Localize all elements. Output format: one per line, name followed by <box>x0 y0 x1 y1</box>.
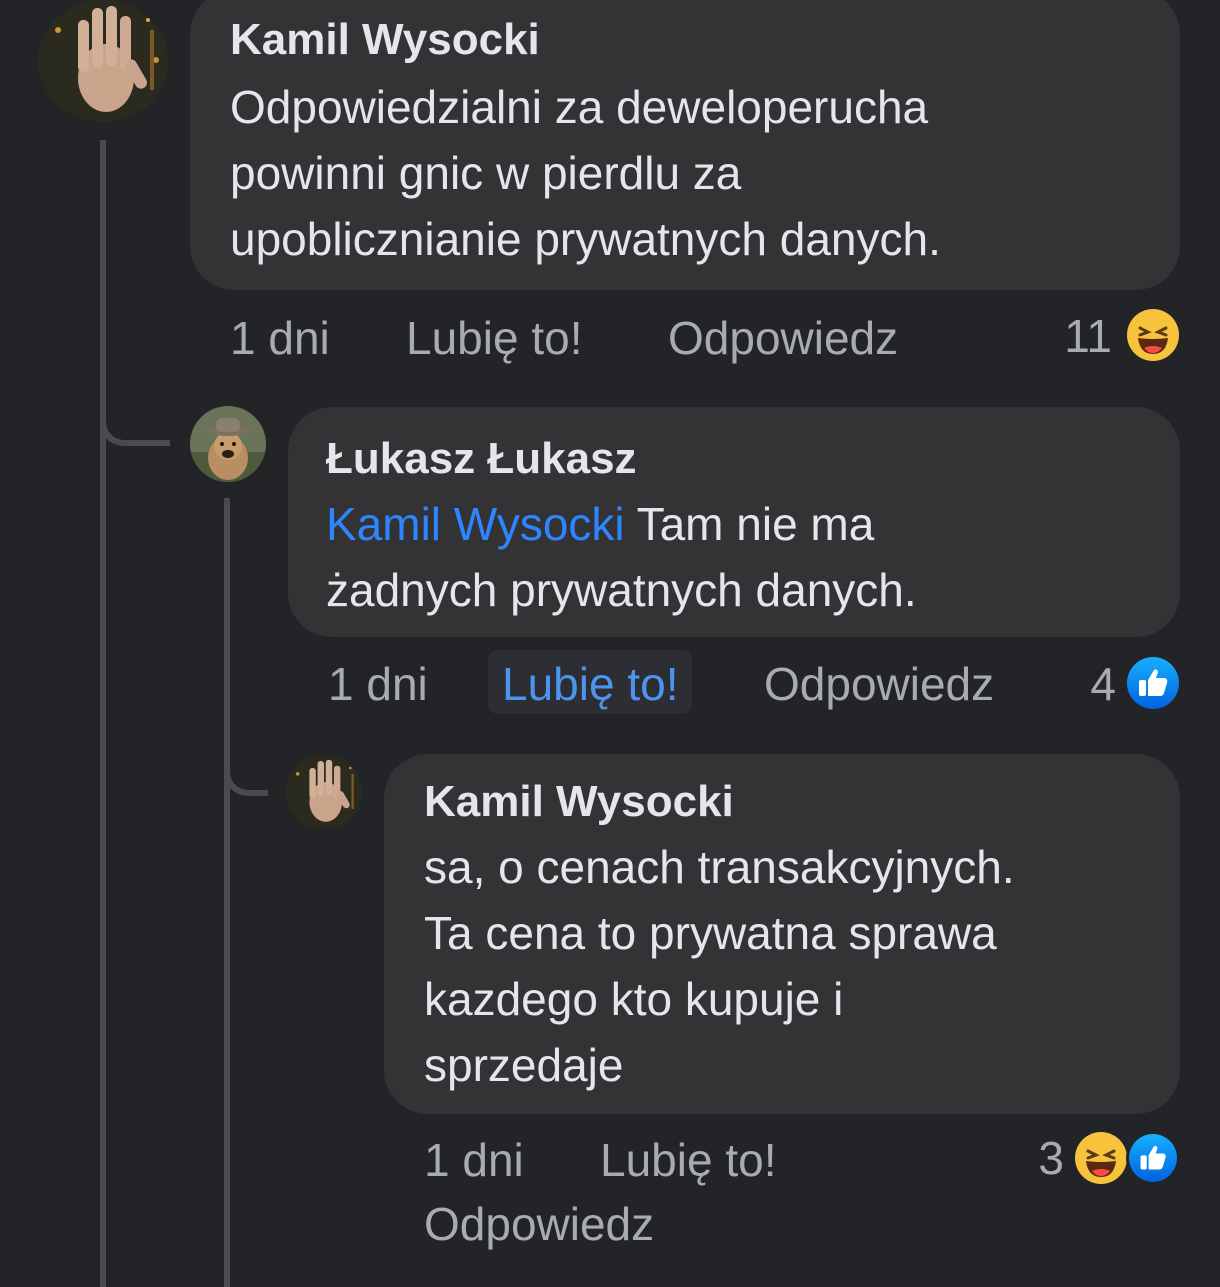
reaction-count[interactable]: 3 <box>1020 1130 1064 1186</box>
haha-emoji-icon[interactable] <box>1074 1131 1128 1185</box>
reaction-count[interactable]: 4 <box>1060 656 1116 712</box>
comment-text: sa, o cenach transakcyjnych. Ta cena to … <box>424 834 1140 1098</box>
comment-time[interactable]: 1 dni <box>424 1132 524 1188</box>
comment-text-line: sprzedaje <box>424 1039 624 1091</box>
haha-emoji-icon[interactable] <box>1126 308 1180 362</box>
raised-hand-avatar-icon <box>286 756 362 828</box>
thread-line-level-1 <box>100 140 106 1287</box>
comment-text-line: sa, o cenach transakcyjnych. <box>424 841 1015 893</box>
like-button[interactable]: Lubię to! <box>488 650 693 714</box>
comment-time[interactable]: 1 dni <box>328 656 428 712</box>
comment-bubble: Kamil Wysocki sa, o cenach transakcyjnyc… <box>384 754 1180 1114</box>
like-button[interactable]: Lubię to! <box>406 310 582 366</box>
thread-line-level-2 <box>224 498 230 1287</box>
comment-author[interactable]: Kamil Wysocki <box>424 774 1140 830</box>
reply-button[interactable]: Odpowiedz <box>424 1196 654 1252</box>
comment-text: Kamil Wysocki Tam nie ma żadnych prywatn… <box>326 491 1142 623</box>
comment-bubble: Kamil Wysocki Odpowiedzialni za dewelope… <box>190 0 1180 290</box>
comment-text-line: powinni gnic w pierdlu za <box>230 147 742 199</box>
avatar[interactable] <box>286 754 362 830</box>
comment-author[interactable]: Kamil Wysocki <box>230 12 1140 68</box>
avatar[interactable] <box>38 0 168 122</box>
comment-text-line: Kamil Wysocki Tam nie ma <box>326 491 1142 557</box>
reply-button[interactable]: Odpowiedz <box>764 656 994 712</box>
dog-with-hat-avatar-icon <box>190 406 266 482</box>
comment-text-line: Ta cena to prywatna sprawa <box>424 907 997 959</box>
comment-bubble: Łukasz Łukasz Kamil Wysocki Tam nie ma ż… <box>288 407 1180 637</box>
comment-author[interactable]: Łukasz Łukasz <box>326 431 1142 487</box>
like-thumb-icon[interactable] <box>1126 656 1180 710</box>
raised-hand-avatar-icon <box>38 0 168 122</box>
comment-text-line: Odpowiedzialni za deweloperucha <box>230 81 929 133</box>
thread-elbow-reply-2 <box>224 730 268 796</box>
comment-time[interactable]: 1 dni <box>230 310 330 366</box>
reply-button[interactable]: Odpowiedz <box>668 310 898 366</box>
like-thumb-icon[interactable] <box>1126 1131 1180 1185</box>
comment-text-line: upoblicznianie prywatnych danych. <box>230 213 941 265</box>
mention-link[interactable]: Kamil Wysocki <box>326 498 625 550</box>
comment-text-fragment: Tam nie ma <box>636 498 875 550</box>
avatar[interactable] <box>190 406 266 482</box>
like-button[interactable]: Lubię to! <box>600 1132 776 1188</box>
comment-text-line: kazdego kto kupuje i <box>424 973 844 1025</box>
comment-text: Odpowiedzialni za deweloperucha powinni … <box>230 74 1140 272</box>
thread-elbow-reply-1 <box>100 380 170 446</box>
comment-text-line: żadnych prywatnych danych. <box>326 564 917 616</box>
reaction-count[interactable]: 11 <box>1040 308 1112 364</box>
